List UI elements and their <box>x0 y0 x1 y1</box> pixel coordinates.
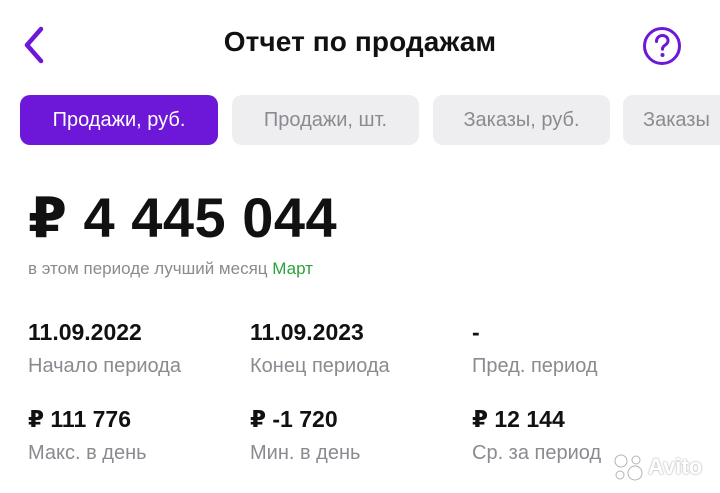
stat-value: ₽ 12 144 <box>472 406 565 432</box>
tab-label: Заказы <box>643 108 710 131</box>
avito-logo-icon <box>614 454 643 481</box>
stat-label: Пред. период <box>472 355 598 377</box>
stat-average-per-period: ₽ 12 144 Ср. за период <box>472 406 601 465</box>
stat-previous-period: - Пред. период <box>472 319 598 378</box>
stat-label: Ср. за период <box>472 442 602 464</box>
stat-label: Начало периода <box>28 355 181 377</box>
stat-period-start: 11.09.2022 Начало периода <box>28 319 181 378</box>
period-text: в этом периоде лучший месяц <box>28 259 268 278</box>
total-sales-value: ₽ 4 445 044 <box>28 186 338 249</box>
question-circle-icon <box>643 27 681 65</box>
help-button[interactable] <box>642 26 682 66</box>
stat-label: Макс. в день <box>28 442 147 464</box>
stat-value: 11.09.2023 <box>250 319 364 345</box>
stat-value: ₽ -1 720 <box>250 406 338 432</box>
tab-orders[interactable]: Заказы <box>623 95 720 145</box>
tab-orders-rub[interactable]: Заказы, руб. <box>433 95 610 145</box>
stat-value: 11.09.2022 <box>28 319 142 345</box>
stat-max-per-day: ₽ 111 776 Макс. в день <box>28 406 147 465</box>
stat-value: - <box>472 319 480 345</box>
stat-label: Конец периода <box>250 355 390 377</box>
watermark-text: Avito <box>648 454 703 479</box>
stat-value: ₽ 111 776 <box>28 406 131 432</box>
tab-sales-rub[interactable]: Продажи, руб. <box>20 95 218 145</box>
app-header: Отчет по продажам <box>0 0 720 92</box>
page-title: Отчет по продажам <box>223 26 497 57</box>
tab-label: Продажи, шт. <box>263 108 388 131</box>
stat-min-per-day: ₽ -1 720 Мин. в день <box>250 406 360 465</box>
period-subtitle: в этом периоде лучший месяц Март <box>28 259 313 279</box>
stat-period-end: 11.09.2023 Конец периода <box>250 319 390 378</box>
avito-watermark: Avito <box>612 450 702 484</box>
tab-sales-pcs[interactable]: Продажи, шт. <box>232 95 419 145</box>
tab-label: Продажи, руб. <box>52 108 186 131</box>
tab-label: Заказы, руб. <box>463 108 580 131</box>
tab-bar: Продажи, руб. Продажи, шт. Заказы, руб. … <box>20 95 720 145</box>
stat-label: Мин. в день <box>250 442 361 464</box>
best-month: Март <box>272 259 313 278</box>
